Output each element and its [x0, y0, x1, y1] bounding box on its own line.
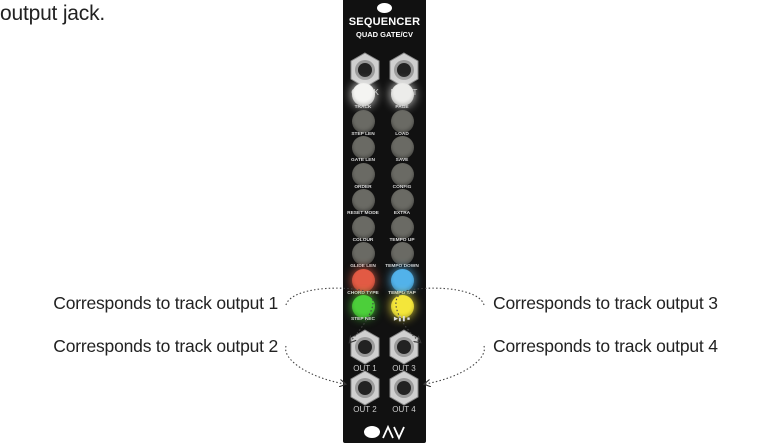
right-button-8[interactable] [391, 268, 414, 292]
left-button-8[interactable] [352, 268, 375, 292]
right-button-1[interactable] [391, 83, 414, 106]
right-button-3[interactable] [391, 136, 414, 159]
callout-track-output-3: Corresponds to track output 3 [493, 293, 718, 313]
left-button-3[interactable] [352, 136, 375, 159]
right-button-9[interactable] [391, 295, 414, 318]
mounting-hole-icon [377, 3, 392, 13]
right-button-6[interactable] [391, 215, 414, 239]
right-button-label-9: ▶❚❚ ■ [394, 317, 410, 322]
callout-track-output-4: Corresponds to track output 4 [493, 336, 718, 356]
left-button-1[interactable] [352, 83, 375, 106]
left-button-9[interactable] [352, 295, 375, 318]
left-button-4[interactable] [352, 162, 375, 186]
out-4-label: OUT 4 [392, 405, 416, 414]
out-4-jack-icon[interactable] [386, 370, 422, 406]
out-1-jack-icon[interactable] [347, 329, 383, 365]
module-title: SEQUENCER [348, 16, 421, 28]
left-button-label-9: STEP REC [351, 317, 375, 322]
left-button-7[interactable] [352, 242, 375, 265]
left-button-2[interactable] [352, 109, 375, 133]
intro-text: output jack. [0, 2, 105, 25]
left-button-5[interactable] [352, 189, 375, 212]
callout-track-output-1: Corresponds to track output 1 [53, 293, 278, 313]
module-subtitle: QUAD GATE/CV [356, 30, 413, 39]
right-button-2[interactable] [391, 109, 414, 133]
callout-track-output-2: Corresponds to track output 2 [53, 336, 278, 356]
brand-logo-icon [364, 424, 405, 440]
sequencer-module-panel: SEQUENCER QUAD GATE/CV CLOCK RESET TRACK… [343, 0, 426, 443]
right-button-5[interactable] [391, 189, 414, 212]
right-button-4[interactable] [391, 162, 414, 186]
out-3-jack-icon[interactable] [386, 329, 422, 365]
out-2-jack-icon[interactable] [347, 370, 383, 406]
left-button-6[interactable] [352, 215, 375, 239]
out-2-label: OUT 2 [353, 405, 377, 414]
right-button-7[interactable] [391, 242, 414, 265]
